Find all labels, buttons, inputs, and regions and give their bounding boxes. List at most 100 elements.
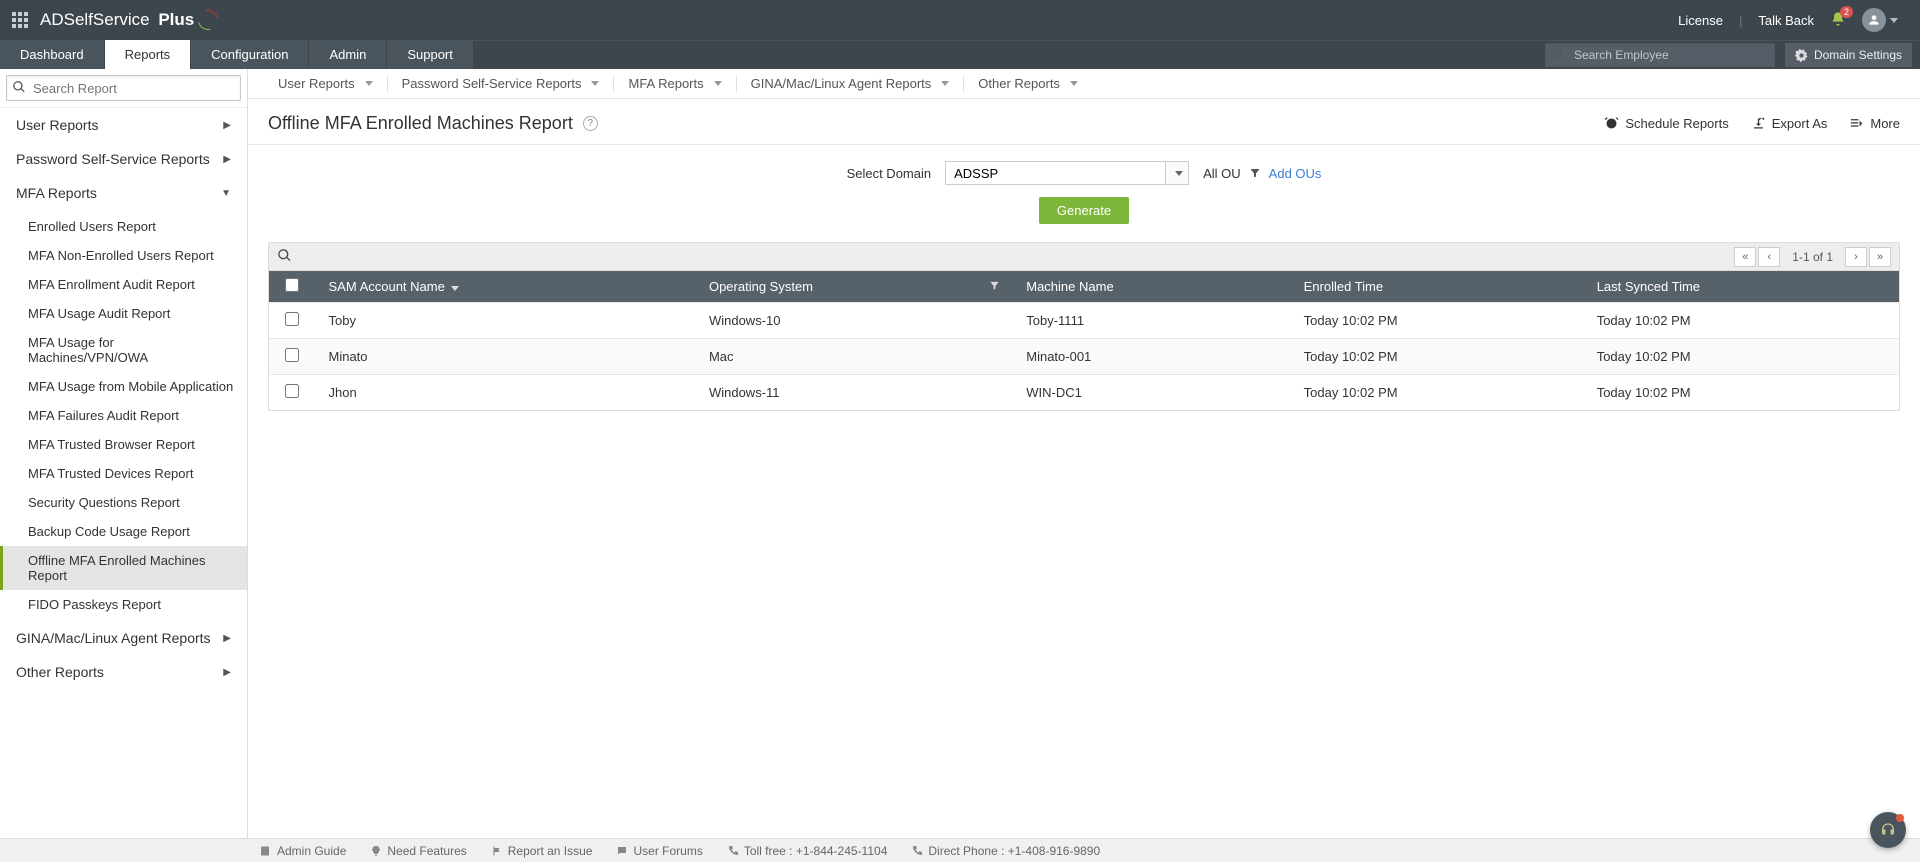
footer-report-issue[interactable]: Report an Issue <box>491 844 593 858</box>
domain-settings-button[interactable]: Domain Settings <box>1785 43 1912 67</box>
col-enrolled[interactable]: Enrolled Time <box>1290 271 1583 303</box>
pager-prev[interactable]: ‹ <box>1758 247 1780 267</box>
sidebar-item[interactable]: Backup Code Usage Report <box>0 517 247 546</box>
generate-row: Generate <box>248 193 1920 242</box>
export-as-button[interactable]: Export As <box>1751 116 1828 131</box>
sidebar-item[interactable]: MFA Usage for Machines/VPN/OWA <box>0 328 247 372</box>
sidebar-search <box>0 69 247 108</box>
subnav-user-reports[interactable]: User Reports <box>264 76 388 92</box>
add-ous-link[interactable]: Add OUs <box>1269 166 1322 181</box>
chevron-down-icon: ▼ <box>221 188 231 199</box>
filter-icon[interactable] <box>989 280 1000 291</box>
more-button[interactable]: More <box>1849 116 1900 131</box>
sidebar-cat-label: User Reports <box>16 117 98 133</box>
chat-icon <box>616 845 628 857</box>
table-toolbar: « ‹ 1-1 of 1 › » <box>268 242 1900 270</box>
employee-search-input[interactable] <box>1545 43 1775 67</box>
tab-dashboard[interactable]: Dashboard <box>0 40 105 69</box>
subnav-label: Password Self-Service Reports <box>402 76 582 92</box>
sidebar-cat-label: GINA/Mac/Linux Agent Reports <box>16 630 211 646</box>
sidebar-item[interactable]: FIDO Passkeys Report <box>0 590 247 619</box>
sidebar-item[interactable]: MFA Usage Audit Report <box>0 299 247 328</box>
tab-support[interactable]: Support <box>387 40 474 69</box>
footer-need-features[interactable]: Need Features <box>370 844 466 858</box>
product-logo: ADSelfService Plus <box>40 10 218 30</box>
user-avatar-icon[interactable] <box>1862 8 1886 32</box>
select-all-checkbox[interactable] <box>285 278 299 292</box>
pager-last[interactable]: » <box>1869 247 1891 267</box>
license-link[interactable]: License <box>1678 13 1723 28</box>
more-icon <box>1849 116 1864 131</box>
cell-enrolled: Today 10:02 PM <box>1290 375 1583 411</box>
col-machine[interactable]: Machine Name <box>1012 271 1289 303</box>
cell-os: Mac <box>695 339 1012 375</box>
chevron-right-icon: ▶ <box>223 120 231 131</box>
sidebar-item[interactable]: MFA Enrollment Audit Report <box>0 270 247 299</box>
sidebar-search-input[interactable] <box>6 75 241 101</box>
row-checkbox[interactable] <box>285 384 299 398</box>
talkback-link[interactable]: Talk Back <box>1758 13 1814 28</box>
chat-fab[interactable] <box>1870 812 1906 848</box>
col-checkbox <box>269 271 315 303</box>
apps-grid-icon[interactable] <box>12 12 28 28</box>
col-synced[interactable]: Last Synced Time <box>1583 271 1900 303</box>
cell-os: Windows-10 <box>695 303 1012 339</box>
tab-configuration[interactable]: Configuration <box>191 40 309 69</box>
sidebar-item[interactable]: MFA Trusted Devices Report <box>0 459 247 488</box>
subnav-pss-reports[interactable]: Password Self-Service Reports <box>388 76 615 92</box>
user-menu-caret-icon[interactable] <box>1890 18 1898 23</box>
subnav-mfa-reports[interactable]: MFA Reports <box>614 76 736 92</box>
sidebar-item[interactable]: Security Questions Report <box>0 488 247 517</box>
row-checkbox[interactable] <box>285 348 299 362</box>
col-label: Machine Name <box>1026 279 1113 294</box>
results-table: SAM Account Name Operating System Machin… <box>268 270 1900 411</box>
col-os[interactable]: Operating System <box>695 271 1012 303</box>
search-icon <box>1551 47 1565 64</box>
sidebar-item[interactable]: MFA Failures Audit Report <box>0 401 247 430</box>
funnel-icon[interactable] <box>1249 167 1261 179</box>
sidebar-cat-gina-reports[interactable]: GINA/Mac/Linux Agent Reports ▶ <box>0 621 247 655</box>
sidebar-item[interactable]: Enrolled Users Report <box>0 212 247 241</box>
sidebar-cat-user-reports[interactable]: User Reports ▶ <box>0 108 247 142</box>
subnav-label: Other Reports <box>978 76 1060 92</box>
sidebar-cat-label: Password Self-Service Reports <box>16 151 210 167</box>
caret-down-icon <box>591 81 599 86</box>
notification-bell-icon[interactable]: 2 <box>1830 11 1846 30</box>
pager-info: 1-1 of 1 <box>1782 250 1843 264</box>
sidebar-cat-other-reports[interactable]: Other Reports ▶ <box>0 655 247 689</box>
col-sam[interactable]: SAM Account Name <box>315 271 695 303</box>
row-checkbox[interactable] <box>285 312 299 326</box>
chevron-right-icon: ▶ <box>223 667 231 678</box>
ou-filter: All OU Add OUs <box>1203 166 1321 181</box>
sidebar-item-active[interactable]: Offline MFA Enrolled Machines Report <box>0 546 247 590</box>
pager-next[interactable]: › <box>1845 247 1867 267</box>
table-search-icon[interactable] <box>277 248 292 266</box>
footer-label: Direct Phone : +1-408-916-9890 <box>928 844 1100 858</box>
schedule-reports-button[interactable]: Schedule Reports <box>1604 116 1728 131</box>
action-label: Schedule Reports <box>1625 116 1728 131</box>
tab-reports[interactable]: Reports <box>105 40 192 69</box>
footer-admin-guide[interactable]: Admin Guide <box>260 844 346 858</box>
footer-user-forums[interactable]: User Forums <box>616 844 702 858</box>
generate-button[interactable]: Generate <box>1039 197 1129 224</box>
sidebar-cat-label: Other Reports <box>16 664 104 680</box>
domain-select-input[interactable] <box>945 161 1165 185</box>
pager-first[interactable]: « <box>1734 247 1756 267</box>
chevron-right-icon: ▶ <box>223 633 231 644</box>
help-icon[interactable]: ? <box>583 116 598 131</box>
domain-select-dropdown[interactable] <box>1165 161 1189 185</box>
sidebar-item[interactable]: MFA Trusted Browser Report <box>0 430 247 459</box>
sidebar-cat-mfa-reports[interactable]: MFA Reports▼ <box>0 176 247 210</box>
gear-icon <box>1795 49 1808 62</box>
sidebar-item[interactable]: MFA Usage from Mobile Application <box>0 372 247 401</box>
subnav-gina-reports[interactable]: GINA/Mac/Linux Agent Reports <box>737 76 965 92</box>
subnav-other-reports[interactable]: Other Reports <box>964 76 1092 92</box>
tab-admin[interactable]: Admin <box>309 40 387 69</box>
sidebar-item[interactable]: MFA Non-Enrolled Users Report <box>0 241 247 270</box>
table-row: Minato Mac Minato-001 Today 10:02 PM Tod… <box>269 339 1900 375</box>
footer-direct: Direct Phone : +1-408-916-9890 <box>911 844 1100 858</box>
footer-label: User Forums <box>633 844 702 858</box>
filter-row: Select Domain All OU Add OUs <box>248 145 1920 193</box>
sidebar-cat-pss-reports[interactable]: Password Self-Service Reports▶ <box>0 142 247 176</box>
subnav-label: MFA Reports <box>628 76 703 92</box>
